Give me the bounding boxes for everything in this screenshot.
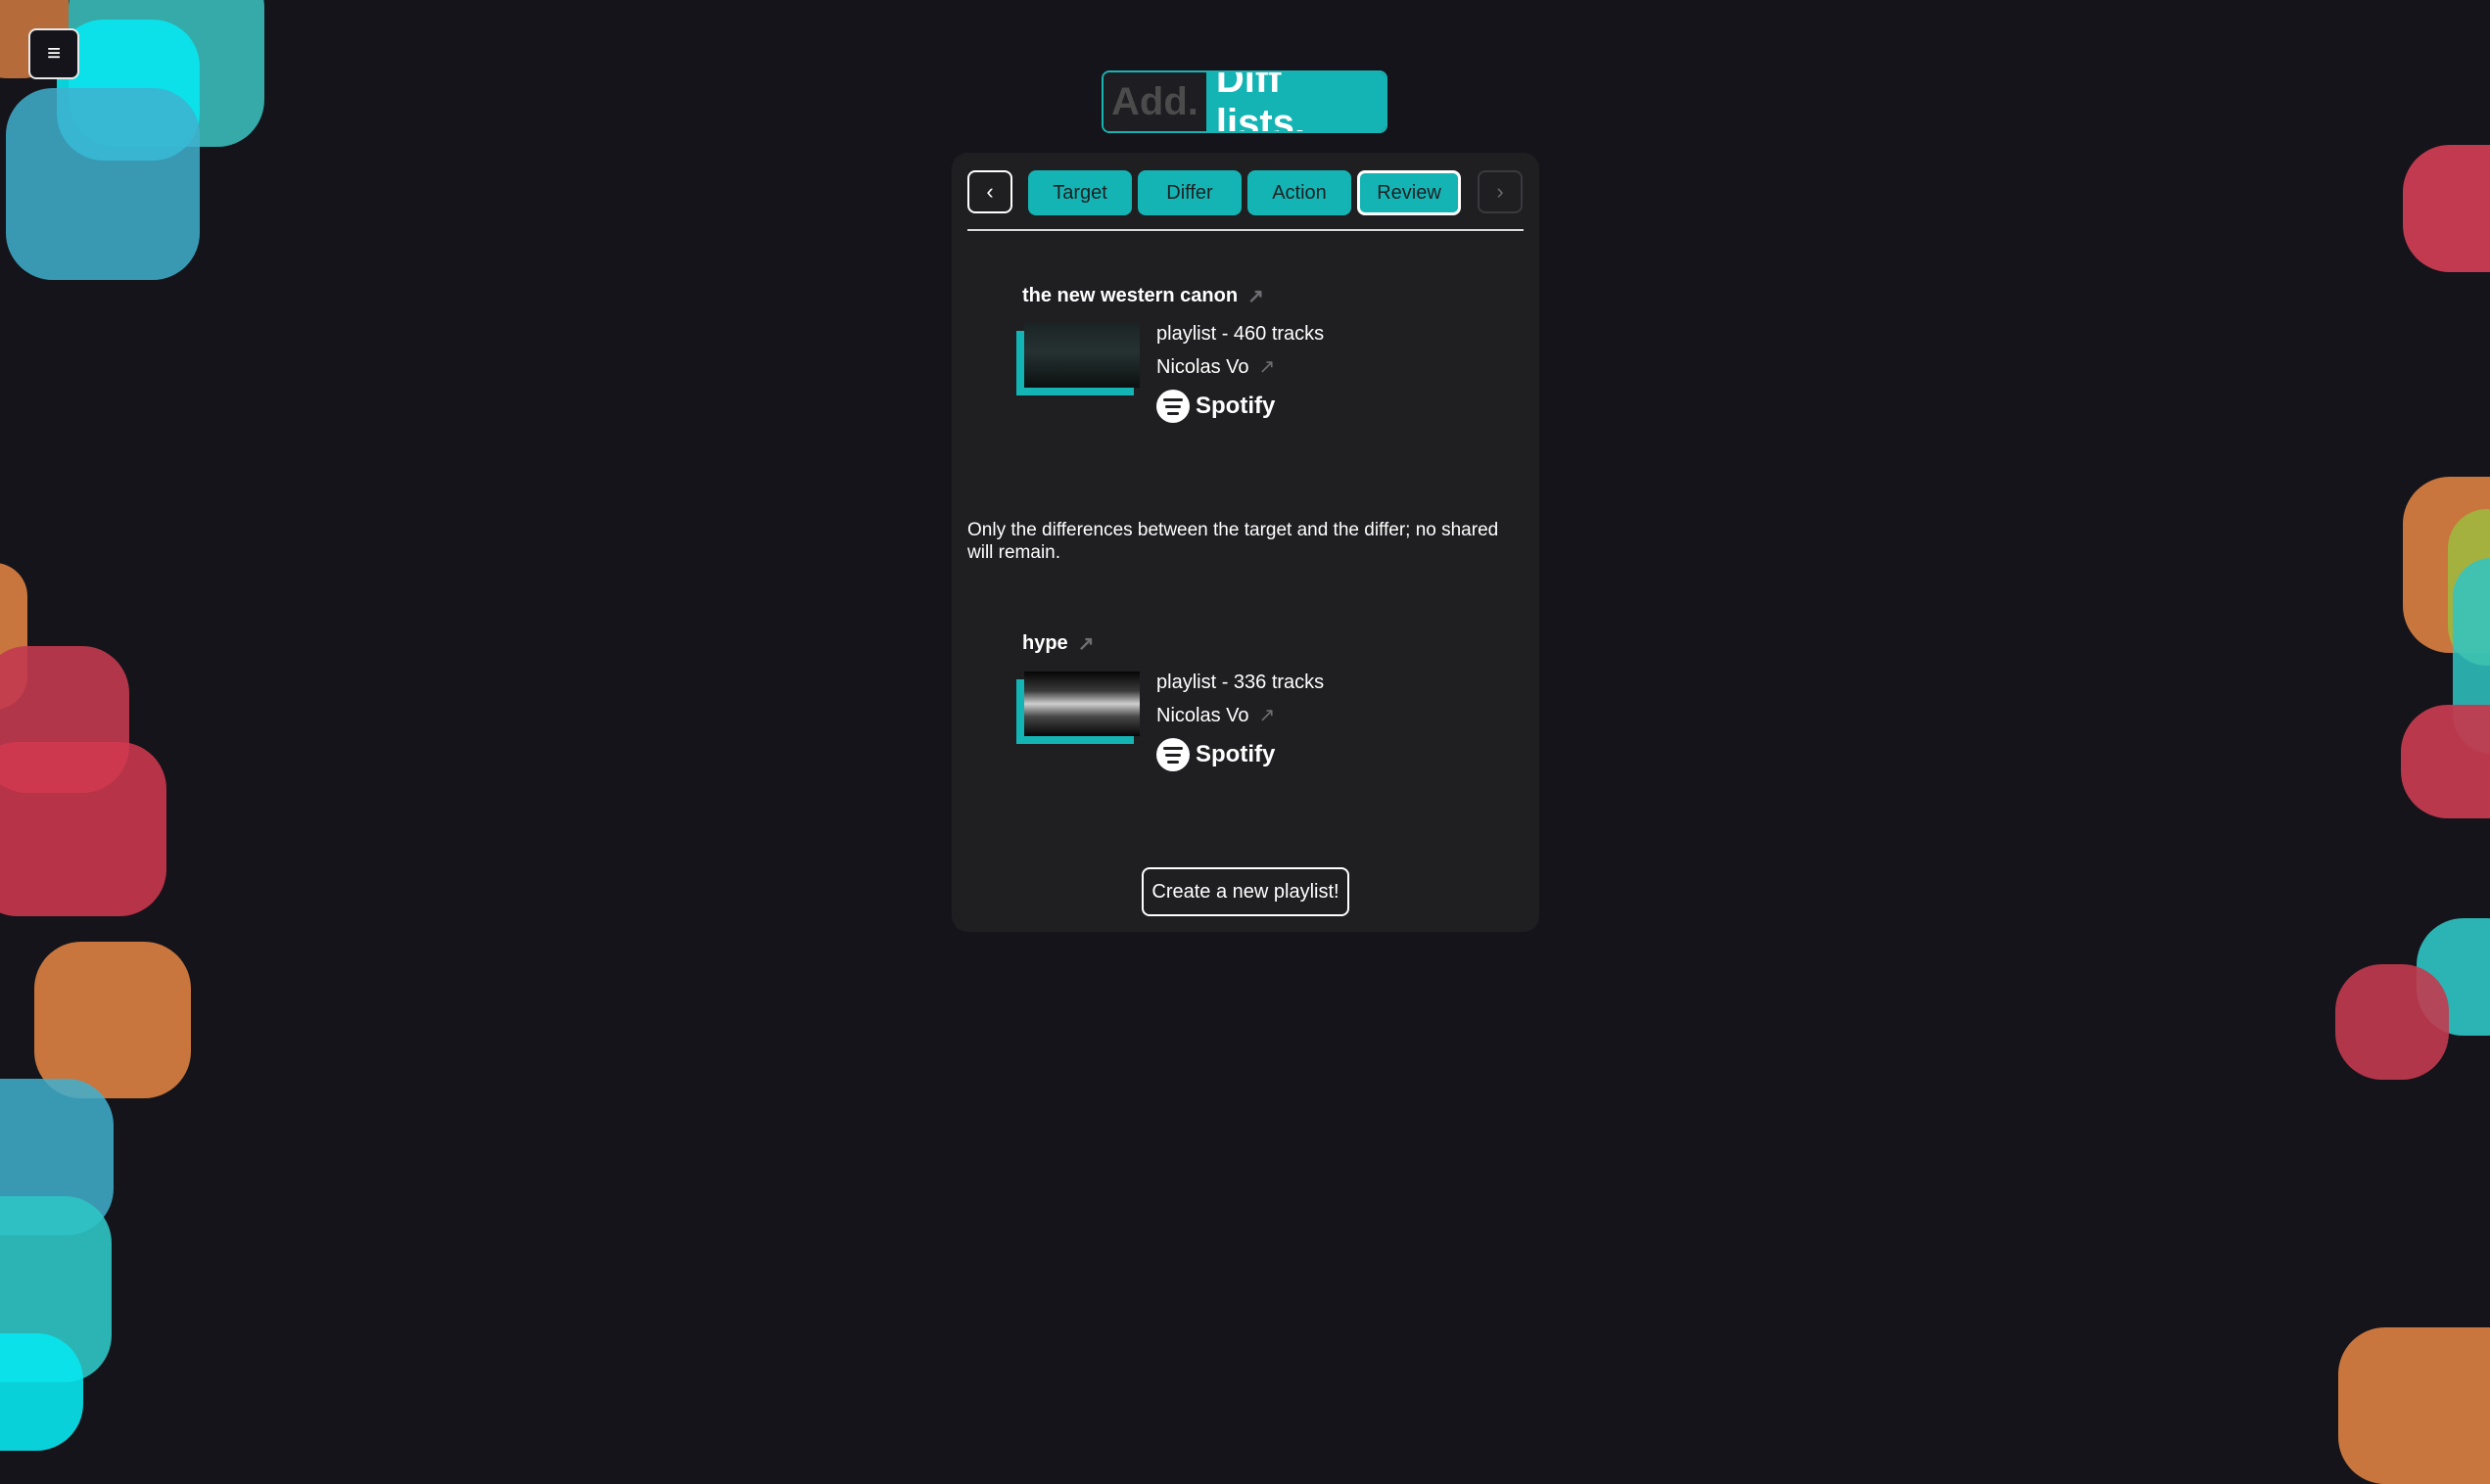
action-description: Only the differences between the target … <box>967 520 1499 563</box>
differ-playlist-type: playlist - 336 tracks <box>1156 672 1325 693</box>
differ-playlist-cover <box>1016 672 1140 744</box>
logo: Add. Diff lists. <box>1102 70 1387 133</box>
menu-button[interactable]: ≡ <box>28 28 79 79</box>
target-playlist-name[interactable]: the new western canon <box>1022 285 1238 307</box>
target-playlist-owner[interactable]: Nicolas Vo <box>1156 350 1249 384</box>
external-link-icon[interactable]: ↗ <box>1259 350 1276 384</box>
tab-action[interactable]: Action <box>1247 170 1351 215</box>
cover-image <box>1024 323 1140 388</box>
next-step-button[interactable]: › <box>1478 170 1523 213</box>
spotify-logo: Spotify <box>1156 390 1324 423</box>
background-shape <box>6 88 200 280</box>
target-playlist-title: the new western canon ↗ <box>1022 284 1264 308</box>
differ-playlist-name[interactable]: hype <box>1022 632 1068 655</box>
menu-icon: ≡ <box>46 40 61 67</box>
divider <box>967 229 1524 231</box>
background-shape <box>0 742 166 916</box>
external-link-icon[interactable]: ↗ <box>1247 284 1264 308</box>
background-shape <box>34 942 191 1098</box>
create-playlist-button[interactable]: Create a new playlist! <box>1142 867 1349 916</box>
target-playlist-type: playlist - 460 tracks <box>1156 323 1325 345</box>
previous-step-button[interactable]: ‹ <box>967 170 1012 213</box>
target-playlist-meta: playlist - 460 tracks Nicolas Vo ↗ Spoti… <box>1156 317 1324 423</box>
background-shape <box>2401 705 2490 818</box>
tab-differ[interactable]: Differ <box>1138 170 1242 215</box>
chevron-right-icon: › <box>1496 179 1504 204</box>
spotify-logo: Spotify <box>1156 738 1324 771</box>
tab-target[interactable]: Target <box>1028 170 1132 215</box>
target-playlist-cover <box>1016 323 1140 395</box>
differ-playlist-title: hype ↗ <box>1022 631 1094 656</box>
wizard-panel: ‹ Target Differ Action Review › the new … <box>952 153 1539 932</box>
chevron-left-icon: ‹ <box>986 179 994 204</box>
cover-image <box>1024 672 1140 736</box>
logo-diff-lists: Diff lists. <box>1205 72 1386 131</box>
spotify-icon <box>1156 390 1190 423</box>
background-shape <box>2338 1327 2490 1484</box>
spotify-icon <box>1156 738 1190 771</box>
tab-review[interactable]: Review <box>1357 170 1461 215</box>
background-shape <box>2335 964 2449 1080</box>
external-link-icon[interactable]: ↗ <box>1259 699 1276 732</box>
differ-playlist-owner[interactable]: Nicolas Vo <box>1156 699 1249 732</box>
differ-playlist-meta: playlist - 336 tracks Nicolas Vo ↗ Spoti… <box>1156 666 1324 771</box>
external-link-icon[interactable]: ↗ <box>1078 631 1095 656</box>
logo-add: Add. <box>1104 72 1206 131</box>
background-shape <box>0 1333 83 1451</box>
background-shape <box>2403 145 2490 272</box>
